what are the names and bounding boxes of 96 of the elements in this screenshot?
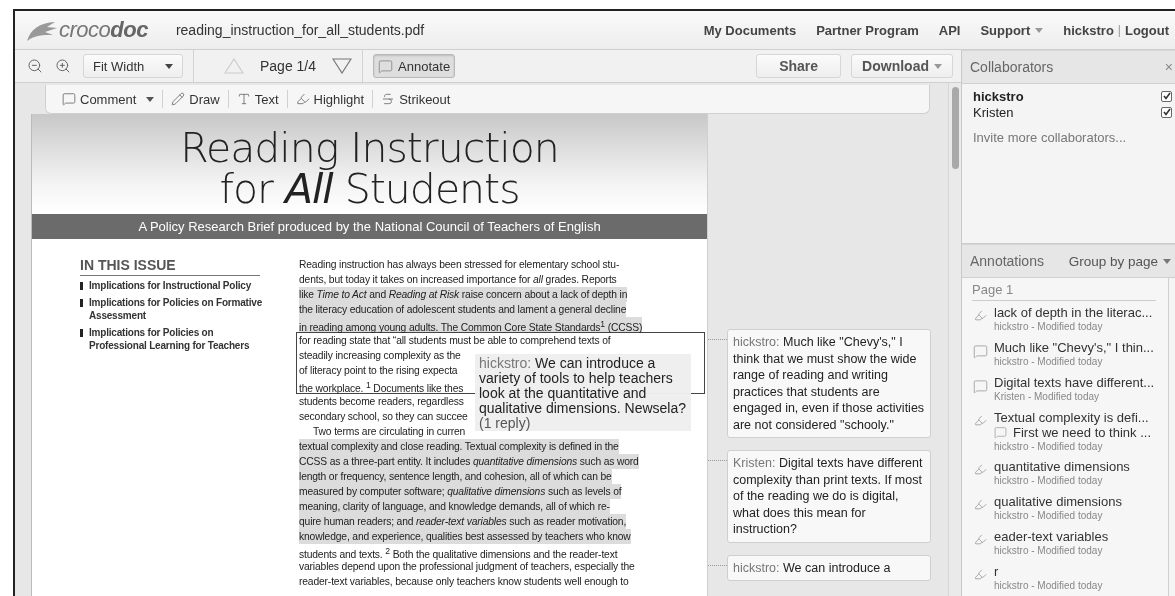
comment-text: hickstro: We can introduce a: [733, 559, 892, 576]
document-text-line: the workplace. $^{1}$ Documents like thes: [299, 379, 464, 393]
nav-link[interactable]: Partner Program: [816, 22, 919, 38]
document-text-line: Reading instruction has always been stressed for elementary school stu-: [299, 258, 620, 272]
annotation-tool[interactable]: Draw: [163, 91, 228, 107]
annotation-tool[interactable]: Comment: [54, 91, 163, 107]
strikethrough-icon: [381, 92, 396, 106]
download-button[interactable]: Download: [851, 54, 953, 78]
highlighter-icon: [973, 414, 987, 427]
document-text-line: secondary school, so they can succee: [299, 410, 468, 424]
separator: |: [1117, 23, 1121, 37]
annotation-title[interactable]: qualitative dimensions: [994, 494, 1122, 509]
annotation-title[interactable]: lack of depth in the literac...: [994, 305, 1153, 320]
annotation-meta: Kristen - Modified today: [994, 390, 1101, 403]
annotation-meta: hickstro - Modified today: [994, 544, 1104, 557]
comment-card[interactable]: hickstro: We can introduce a: [727, 554, 931, 581]
document-text-line: students and texts. $^{2}$ Both the qualitative dimensions and the reader-text: [299, 545, 618, 559]
pencil-icon: [171, 92, 186, 106]
highlighter-icon: [973, 568, 987, 581]
file-name: reading_instruction_for_all_students.pdf: [175, 22, 426, 38]
checkbox[interactable]: [1161, 90, 1172, 102]
nav-link[interactable]: My Documents: [703, 22, 797, 38]
highlighter-icon: [973, 498, 987, 511]
annotation-meta: hickstro - Modified today: [994, 509, 1104, 522]
document-text-line: reader-text variables, because only teachers know students well enough to: [299, 575, 629, 589]
comment-card[interactable]: Kristen: Digital texts have different complexity than print texts. If most of the reading we do is digital, what does this mean for instruction?: [727, 450, 931, 543]
collaborator-name: Kristen: [973, 104, 1015, 120]
scrollbar-thumb[interactable]: [951, 87, 959, 169]
document-text-line: for reading state that “all students must be able to comprehend texts of: [299, 334, 611, 348]
annotation-title[interactable]: r: [994, 564, 1103, 579]
issue-item: Implications for Instructional Policy: [89, 279, 253, 292]
page-heading: Page 1: [972, 282, 1156, 301]
annotation-tool[interactable]: Strikeout: [373, 91, 459, 107]
reply-count[interactable]: (1 reply): [479, 416, 531, 431]
user-link[interactable]: hickstro: [1063, 22, 1114, 38]
caret-icon: [146, 96, 155, 102]
banner: A Policy Research Brief produced by the National Council of Teachers of English: [32, 214, 707, 239]
speech-bubble-icon: [972, 344, 988, 359]
panel-title: Collaborators: [970, 59, 1055, 75]
down-arrow-icon[interactable]: [332, 58, 353, 74]
annotation-title[interactable]: Textual complexity is defi...: [994, 410, 1151, 425]
speech-bubble-icon: [972, 379, 988, 394]
document-text-line: variables depend upon the professional judgment of teachers, especially the: [299, 560, 635, 574]
type-icon: [236, 92, 251, 106]
caret-icon: [1035, 27, 1044, 33]
annotation-meta: hickstro - Modified today: [994, 320, 1104, 333]
caret-icon: [934, 63, 942, 69]
document-title: Reading Instruction: [179, 128, 560, 169]
document-text-line: steadily increasing complexity as the: [299, 349, 461, 363]
highlighter-icon: [973, 309, 987, 322]
issue-heading: IN THIS ISSUE: [80, 257, 260, 276]
bullet: [80, 299, 83, 307]
annotate-button[interactable]: Annotate: [373, 54, 456, 78]
zoom-select[interactable]: Fit Width: [83, 54, 183, 78]
annotation-meta: hickstro - Modified today: [994, 474, 1104, 487]
annotation-title[interactable]: eader-text variables: [994, 529, 1109, 544]
issue-item: Implications for Policies on Professional Learning for Teachers: [89, 326, 251, 352]
logo[interactable]: crocodoc: [59, 17, 148, 43]
highlighter-icon: [973, 463, 987, 476]
comment-text: Kristen: Digital texts have different complexity than print texts. If most of the reading we do is digital, what does this mean for instruction?: [733, 455, 924, 538]
issue-item: Implications for Policies on Formative Assessment: [89, 296, 263, 322]
document-text-line: Two terms are circulating in curren: [312, 425, 466, 439]
nav-link[interactable]: API: [938, 22, 961, 38]
highlighter-icon: [973, 533, 987, 546]
annotation-tool[interactable]: Highlight: [287, 91, 373, 107]
document-text-line: students become readers, regardless: [299, 395, 464, 409]
annotation-reply[interactable]: First we need to think ...: [994, 425, 1151, 440]
annotation-title[interactable]: Digital texts have different...: [994, 375, 1155, 390]
collaborator-name: hickstro: [973, 88, 1025, 104]
speech-bubble-icon: [62, 92, 76, 106]
highlighter-icon: [295, 92, 310, 106]
annotation-meta: hickstro - Modified today: [994, 579, 1103, 592]
caret-icon: [1163, 258, 1171, 264]
page-indicator: Page 1/4: [260, 58, 317, 74]
annotation-meta: hickstro - Modified today: [994, 355, 1104, 368]
speech-bubble-icon: [994, 426, 1007, 439]
comment-text: hickstro: We can introduce a variety of tools to help teachers look at the quantitative and qualitative dimensions. Newsela?: [479, 356, 687, 416]
annotation-meta: hickstro - Modified today: [994, 440, 1104, 453]
caret-icon: [165, 63, 173, 69]
nav-link[interactable]: Support: [980, 22, 1044, 38]
document-text-line: of literacy point to the rising expecta: [299, 364, 458, 378]
bullet: [80, 329, 83, 337]
speech-bubble-icon: [378, 58, 394, 74]
invite-link[interactable]: Invite more collaborators...: [973, 130, 1175, 145]
annotation-tool[interactable]: Text: [228, 91, 287, 107]
document-text-line: dents, but today it takes on increased importance for all grades. Reports: [299, 273, 617, 287]
panel-title: Annotations: [970, 253, 1045, 269]
checkbox[interactable]: [1161, 106, 1172, 118]
bullet: [80, 282, 83, 290]
document-title: for All Students: [219, 169, 521, 210]
annotation-title[interactable]: Much like "Chevy's," I thin...: [994, 340, 1154, 355]
scrollbar[interactable]: [948, 83, 961, 596]
share-button[interactable]: Share: [756, 54, 842, 78]
group-by-dropdown[interactable]: Group by page: [1068, 253, 1175, 269]
annotation-title[interactable]: quantitative dimensions: [994, 459, 1130, 474]
logout-link[interactable]: Logout: [1124, 22, 1169, 38]
